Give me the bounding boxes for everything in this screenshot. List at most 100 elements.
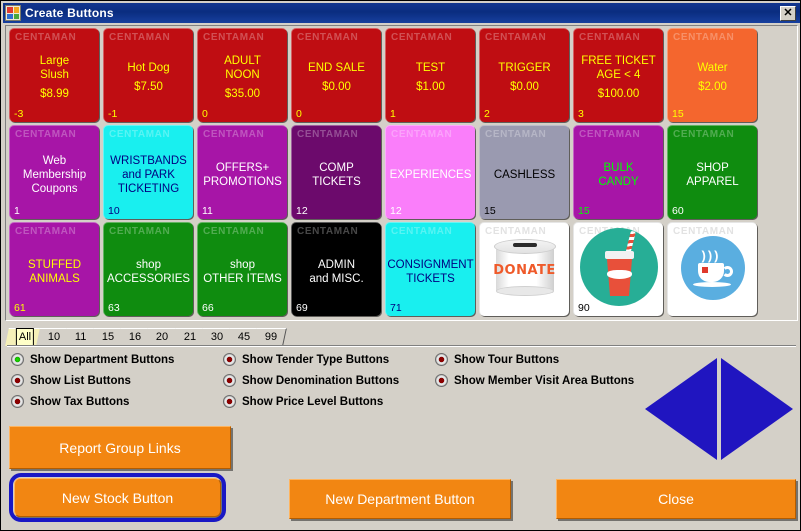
product-button-caption: TRIGGER $0.00 xyxy=(483,49,566,106)
product-button-name: shop OTHER ITEMS xyxy=(203,258,282,285)
product-button[interactable]: CENTAMAN))) xyxy=(667,222,757,316)
tab-label: 45 xyxy=(238,331,251,343)
logo-left-half xyxy=(645,358,717,460)
product-button-caption: CASHLESS xyxy=(483,146,566,203)
product-button-name: Hot Dog xyxy=(127,62,170,74)
report-group-links-button[interactable]: Report Group Links xyxy=(9,426,231,469)
button-grid-panel: CENTAMAN Large Slush $8.99 -3 CENTAMAN Hot Do… xyxy=(5,25,798,321)
product-button-price: $7.50 xyxy=(134,81,163,93)
product-button[interactable]: CENTAMAN STUFFED ANIMALS 61 xyxy=(9,222,99,316)
option-show-tax-buttons[interactable]: Show Tax Buttons xyxy=(11,395,129,408)
product-button-code: 66 xyxy=(202,302,214,314)
new-department-button[interactable]: New Department Button xyxy=(289,479,511,519)
show-buttons-options: Show Department Buttons Show List Buttons… xyxy=(11,353,711,415)
product-button-price: $2.00 xyxy=(698,81,727,93)
close-button[interactable]: Close xyxy=(556,479,796,519)
product-button[interactable]: CENTAMAN ADULT NOON $35.00 0 xyxy=(197,28,287,122)
product-button-code: 2 xyxy=(484,108,490,120)
product-button-price: $1.00 xyxy=(416,81,445,93)
centaman-watermark: CENTAMAN xyxy=(15,129,77,140)
radio-led-icon xyxy=(223,395,236,408)
radio-led-icon xyxy=(11,395,24,408)
product-button-code: 12 xyxy=(390,205,402,217)
option-label: Show Price Level Buttons xyxy=(242,395,384,408)
product-button[interactable]: CENTAMAN90 xyxy=(573,222,663,316)
product-button-code: 0 xyxy=(296,108,302,120)
product-button-caption: Hot Dog $7.50 xyxy=(107,49,190,106)
option-show-department-buttons[interactable]: Show Department Buttons xyxy=(11,353,174,366)
product-button[interactable]: CENTAMAN shop ACCESSORIES 63 xyxy=(103,222,193,316)
product-button[interactable]: CENTAMAN CONSIGNMENT TICKETS 71 xyxy=(385,222,475,316)
product-button[interactable]: CENTAMAN FREE TICKET AGE < 4 $100.00 3 xyxy=(573,28,663,122)
product-button-grid: CENTAMAN Large Slush $8.99 -3 CENTAMAN Hot Do… xyxy=(9,28,757,316)
option-show-list-buttons[interactable]: Show List Buttons xyxy=(11,374,131,387)
product-button-price: $0.00 xyxy=(322,81,351,93)
product-button-caption: ADMIN and MISC. xyxy=(295,243,378,300)
window-title: Create Buttons xyxy=(25,6,114,20)
option-label: Show Department Buttons xyxy=(30,353,175,366)
option-show-tender-type-buttons[interactable]: Show Tender Type Buttons xyxy=(223,353,389,366)
product-button-caption: ADULT NOON $35.00 xyxy=(201,49,284,106)
donate-can-text: DONATE xyxy=(493,263,556,278)
radio-led-icon xyxy=(223,374,236,387)
centaman-watermark: CENTAMAN xyxy=(391,226,453,237)
product-button[interactable]: CENTAMAN CASHLESS 15 xyxy=(479,125,569,219)
product-button-code: 10 xyxy=(108,205,120,217)
product-button-name: shop ACCESSORIES xyxy=(106,258,191,285)
centaman-watermark: CENTAMAN xyxy=(579,129,641,140)
product-button-caption: Water $2.00 xyxy=(671,49,754,106)
product-button-name: EXPERIENCES xyxy=(389,168,472,181)
product-button[interactable]: CENTAMAN TEST $1.00 1 xyxy=(385,28,475,122)
centaman-watermark: CENTAMAN xyxy=(15,32,77,43)
product-button-name: OFFERS+ PROMOTIONS xyxy=(203,161,282,188)
product-button-caption: CONSIGNMENT TICKETS xyxy=(387,243,473,300)
product-button-name: STUFFED ANIMALS xyxy=(27,258,82,285)
product-button[interactable]: CENTAMAN TRIGGER $0.00 2 xyxy=(479,28,569,122)
blue-diamond-logo xyxy=(645,358,793,460)
option-show-denomination-buttons[interactable]: Show Denomination Buttons xyxy=(223,374,399,387)
product-button-code: 71 xyxy=(390,302,402,314)
product-button[interactable]: CENTAMAN Hot Dog $7.50 -1 xyxy=(103,28,193,122)
product-button[interactable]: CENTAMAN Large Slush $8.99 -3 xyxy=(9,28,99,122)
centaman-watermark: CENTAMAN xyxy=(15,226,77,237)
product-button[interactable]: CENTAMAN Web Membership Coupons 1 xyxy=(9,125,99,219)
centaman-watermark: CENTAMAN xyxy=(203,226,265,237)
logo-right-half xyxy=(721,358,793,460)
option-label: Show Denomination Buttons xyxy=(242,374,400,387)
close-icon[interactable]: ✕ xyxy=(780,5,796,21)
product-button[interactable]: CENTAMAN COMP TICKETS 12 xyxy=(291,125,381,219)
product-button[interactable]: CENTAMAN shop OTHER ITEMS 66 xyxy=(197,222,287,316)
product-button[interactable]: CENTAMAN WRISTBANDS and PARK TICKETING 10 xyxy=(103,125,193,219)
centaman-watermark: CENTAMAN xyxy=(673,32,735,43)
option-show-tour-buttons[interactable]: Show Tour Buttons xyxy=(435,353,559,366)
product-button-code: 60 xyxy=(672,205,684,217)
product-button[interactable]: CENTAMAN BULK CANDY 15 xyxy=(573,125,663,219)
product-button[interactable]: CENTAMAN DONATE xyxy=(479,222,569,316)
product-button-name: CASHLESS xyxy=(493,168,556,181)
new-stock-button[interactable]: New Stock Button xyxy=(14,478,221,517)
option-show-member-visit-area-buttons[interactable]: Show Member Visit Area Buttons xyxy=(435,374,634,387)
radio-led-icon xyxy=(435,353,448,366)
product-button[interactable]: CENTAMAN ADMIN and MISC. 69 xyxy=(291,222,381,316)
product-button[interactable]: CENTAMAN OFFERS+ PROMOTIONS 11 xyxy=(197,125,287,219)
product-button-name: ADMIN and MISC. xyxy=(309,258,364,285)
product-button-price: $35.00 xyxy=(224,88,261,100)
tab-99[interactable]: 99 xyxy=(253,328,288,346)
centaman-watermark: CENTAMAN xyxy=(391,129,453,140)
option-show-price-level-buttons[interactable]: Show Price Level Buttons xyxy=(223,395,383,408)
product-button[interactable]: CENTAMAN Water $2.00 15 xyxy=(667,28,757,122)
product-button[interactable]: CENTAMAN END SALE $0.00 0 xyxy=(291,28,381,122)
product-button-code: 3 xyxy=(578,108,584,120)
centaman-watermark: CENTAMAN xyxy=(673,129,735,140)
product-button-caption: COMP TICKETS xyxy=(295,146,378,203)
product-button-caption: Web Membership Coupons xyxy=(13,146,96,203)
product-button[interactable]: CENTAMAN EXPERIENCES 12 xyxy=(385,125,475,219)
radio-led-icon xyxy=(11,374,24,387)
tab-label: 99 xyxy=(265,331,278,343)
product-button-name: WRISTBANDS and PARK TICKETING xyxy=(110,154,187,195)
product-button[interactable]: CENTAMAN SHOP APPAREL 60 xyxy=(667,125,757,219)
tab-label: All xyxy=(16,329,34,346)
product-button-price: $100.00 xyxy=(597,88,640,100)
group-tabstrip[interactable]: All 10 11 15 16 20 21 30 45 99 xyxy=(5,326,796,346)
centaman-watermark: CENTAMAN xyxy=(203,32,265,43)
